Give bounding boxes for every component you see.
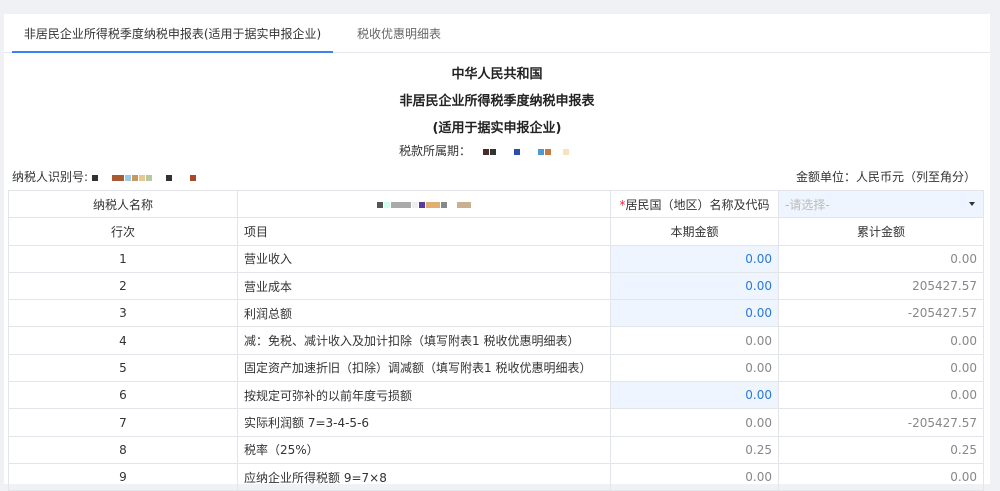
row-item: 利润总额 xyxy=(237,299,611,328)
table-row: 6 按规定可弥补的以前年度亏损额 0.00 0.00 xyxy=(8,381,984,410)
current-amount-input[interactable]: 0.00 xyxy=(610,271,779,301)
table-row: 5 固定资产加速折旧（扣除）调减额（填写附表1 税收优惠明细表） 0.00 0.… xyxy=(8,353,984,383)
declaration-table: 纳税人名称 *居民国（地区）名称及代码 -请选择- 行次 项目 本期金额 累计金… xyxy=(8,189,984,491)
row-item: 营业成本 xyxy=(237,271,611,301)
country-label: *居民国（地区）名称及代码 xyxy=(610,189,779,219)
cumulative-amount: 0.00 xyxy=(778,326,984,355)
row-item: 营业收入 xyxy=(237,244,611,273)
redacted-taxpayer-id xyxy=(91,170,197,184)
country-label-text: 居民国（地区）名称及代码 xyxy=(625,197,770,212)
cumulative-amount: -205427.57 xyxy=(778,408,984,437)
cumulative-amount: 0.25 xyxy=(778,435,984,464)
row-item: 减：免税、减计收入及加计扣除（填写附表1 税收优惠明细表） xyxy=(237,326,611,355)
column-header: 行次 xyxy=(8,217,238,246)
current-amount-input[interactable]: 0.00 xyxy=(610,381,779,410)
cumulative-amount: -205427.57 xyxy=(778,299,984,328)
current-amount: 0.00 xyxy=(610,408,779,437)
row-item: 税率（25%） xyxy=(237,435,611,464)
table-row: 2 营业成本 0.00 205427.57 xyxy=(8,271,984,301)
taxpayer-id-label: 纳税人识别号: xyxy=(12,170,89,184)
redacted-period xyxy=(482,144,570,158)
row-item: 应纳企业所得税额 9=7×8 xyxy=(237,462,611,491)
current-amount: 0.00 xyxy=(610,462,779,491)
cumulative-amount: 0.00 xyxy=(778,462,984,491)
row-number: 1 xyxy=(8,244,238,273)
row-number: 6 xyxy=(8,381,238,410)
taxpayer-id: 纳税人识别号: xyxy=(12,168,197,185)
table-row: 1 营业收入 0.00 0.00 xyxy=(8,244,984,273)
row-number: 7 xyxy=(8,408,238,437)
row-number: 2 xyxy=(8,271,238,301)
taxpayer-name-row: 纳税人名称 *居民国（地区）名称及代码 -请选择- xyxy=(8,189,984,219)
cumulative-amount: 0.00 xyxy=(778,353,984,383)
form-subtitle: (适用于据实申报企业) xyxy=(432,121,562,136)
taxpayer-name-value xyxy=(237,189,611,219)
cumulative-amount: 0.00 xyxy=(778,244,984,273)
cumulative-amount: 0.00 xyxy=(778,381,984,410)
tab-bar: 非居民企业所得税季度纳税申报表(适用于据实申报企业) 税收优惠明细表 xyxy=(4,14,990,53)
caret-down-icon xyxy=(969,202,975,206)
row-number: 9 xyxy=(8,462,238,491)
country-select-placeholder: -请选择- xyxy=(785,197,830,212)
amount-unit: 金额单位：人民币元（列至角分） xyxy=(795,170,976,184)
tab-tax-incentive-detail[interactable]: 税收优惠明细表 xyxy=(339,14,459,53)
table-row: 3 利润总额 0.00 -205427.57 xyxy=(8,299,984,328)
cumulative-amount: 205427.57 xyxy=(778,271,984,301)
table-row: 4 减：免税、减计收入及加计扣除（填写附表1 税收优惠明细表） 0.00 0.0… xyxy=(8,326,984,355)
country-select[interactable]: -请选择- xyxy=(778,189,984,219)
current-amount: 0.00 xyxy=(610,353,779,383)
tax-period: 税款所属期： xyxy=(399,142,570,159)
row-number: 8 xyxy=(8,435,238,464)
table-row: 7 实际利润额 7=3-4-5-6 0.00 -205427.57 xyxy=(8,408,984,437)
row-item: 固定资产加速折旧（扣除）调减额（填写附表1 税收优惠明细表） xyxy=(237,353,611,383)
tab-declaration-form[interactable]: 非居民企业所得税季度纳税申报表(适用于据实申报企业) xyxy=(12,14,333,53)
row-number: 5 xyxy=(8,353,238,383)
table-header-row: 行次 项目 本期金额 累计金额 xyxy=(8,217,984,246)
taxpayer-name-label: 纳税人名称 xyxy=(8,189,238,219)
current-amount-input[interactable]: 0.00 xyxy=(610,299,779,328)
column-header: 本期金额 xyxy=(610,217,779,246)
row-item: 实际利润额 7=3-4-5-6 xyxy=(237,408,611,437)
form-title: 非居民企业所得税季度纳税申报表 xyxy=(399,94,595,109)
declaration-panel: 非居民企业所得税季度纳税申报表(适用于据实申报企业) 税收优惠明细表 中华人民共… xyxy=(4,14,990,491)
row-number: 4 xyxy=(8,326,238,355)
table-row: 8 税率（25%） 0.25 0.25 xyxy=(8,435,984,464)
current-amount: 0.25 xyxy=(610,435,779,464)
column-header: 累计金额 xyxy=(778,217,984,246)
tax-period-label: 税款所属期： xyxy=(399,144,472,158)
form-country-title: 中华人民共和国 xyxy=(451,67,543,82)
current-amount-input[interactable]: 0.00 xyxy=(610,244,779,273)
table-row: 9 应纳企业所得税额 9=7×8 0.00 0.00 xyxy=(8,462,984,491)
column-header: 项目 xyxy=(237,217,611,246)
row-number: 3 xyxy=(8,299,238,328)
redacted-taxpayer-name xyxy=(376,197,472,211)
current-amount: 0.00 xyxy=(610,326,779,355)
row-item: 按规定可弥补的以前年度亏损额 xyxy=(237,381,611,410)
